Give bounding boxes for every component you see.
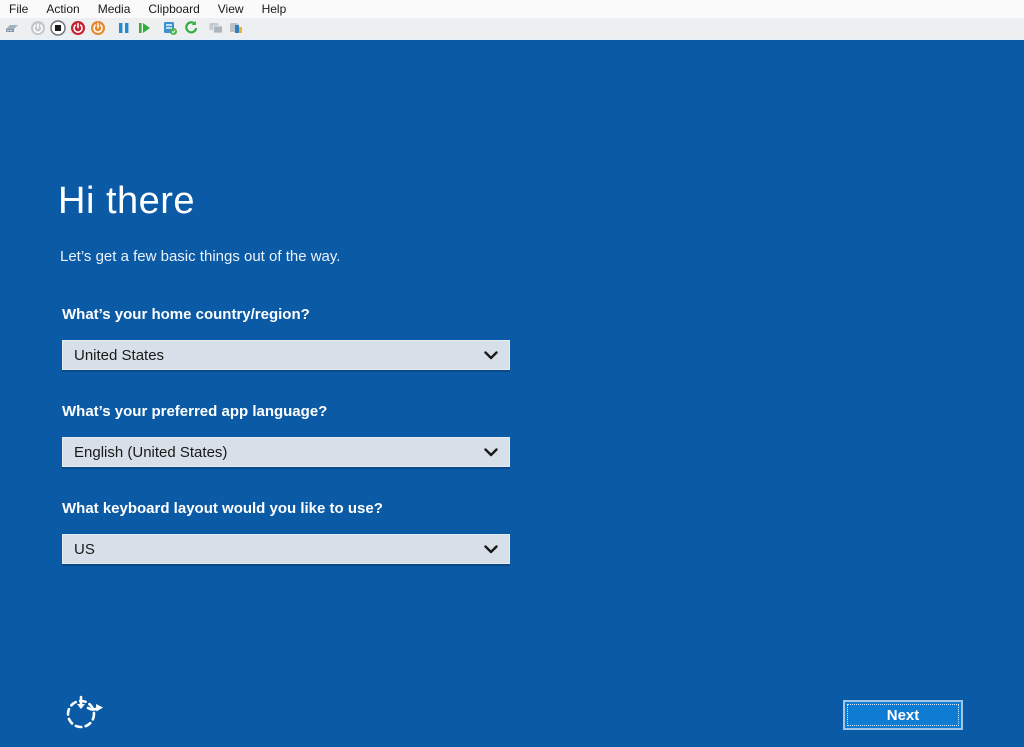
- ctrl-alt-del-button[interactable]: [2, 19, 22, 36]
- menu-item-clipboard[interactable]: Clipboard: [139, 1, 208, 17]
- ease-of-access-icon: [63, 691, 105, 735]
- save-button[interactable]: [88, 19, 108, 36]
- turn-off-button[interactable]: [48, 19, 68, 36]
- app-language-select[interactable]: English (United States): [62, 437, 510, 467]
- chevron-down-icon: [484, 448, 498, 457]
- next-button-label: Next: [887, 707, 920, 724]
- menu-bar: File Action Media Clipboard View Help: [0, 0, 1024, 18]
- country-region-select[interactable]: United States: [62, 340, 510, 370]
- share-icon: [228, 20, 244, 36]
- next-button[interactable]: Next: [843, 700, 963, 730]
- menu-item-action[interactable]: Action: [37, 1, 88, 17]
- revert-icon: [183, 20, 198, 35]
- ease-of-access-button[interactable]: [62, 690, 106, 736]
- page-subtitle: Let’s get a few basic things out of the …: [60, 248, 340, 265]
- enhanced-session-icon: [208, 20, 224, 36]
- app-language-value: English (United States): [74, 444, 227, 461]
- shut-down-icon: [70, 20, 86, 36]
- checkpoint-button[interactable]: [160, 19, 180, 36]
- checkpoint-icon: [162, 20, 178, 36]
- menu-item-file[interactable]: File: [0, 1, 37, 17]
- country-region-label: What’s your home country/region?: [62, 306, 310, 323]
- reset-button[interactable]: [134, 19, 154, 36]
- menu-item-view[interactable]: View: [209, 1, 253, 17]
- turn-off-icon: [50, 20, 66, 36]
- keyboard-layout-select[interactable]: US: [62, 534, 510, 564]
- shut-down-button[interactable]: [68, 19, 88, 36]
- menu-item-media[interactable]: Media: [89, 1, 140, 17]
- vmconnect-window: File Action Media Clipboard View Help: [0, 0, 1024, 747]
- vm-display: Hi there Let’s get a few basic things ou…: [0, 40, 1024, 747]
- start-button: [28, 19, 48, 36]
- pause-button[interactable]: [114, 19, 134, 36]
- menu-item-help[interactable]: Help: [253, 1, 296, 17]
- revert-button[interactable]: [180, 19, 200, 36]
- reset-icon: [137, 21, 151, 35]
- enhanced-session-button: [206, 19, 226, 36]
- toolbar: [0, 18, 1024, 37]
- country-region-value: United States: [74, 347, 164, 364]
- ctrl-alt-del-icon: [4, 20, 20, 36]
- share-button[interactable]: [226, 19, 246, 36]
- keyboard-layout-value: US: [74, 541, 95, 558]
- app-language-label: What’s your preferred app language?: [62, 403, 327, 420]
- pause-icon: [117, 21, 131, 35]
- keyboard-layout-label: What keyboard layout would you like to u…: [62, 500, 383, 517]
- chevron-down-icon: [484, 351, 498, 360]
- save-icon: [90, 20, 106, 36]
- start-icon: [30, 20, 46, 36]
- chevron-down-icon: [484, 545, 498, 554]
- page-title: Hi there: [58, 180, 195, 223]
